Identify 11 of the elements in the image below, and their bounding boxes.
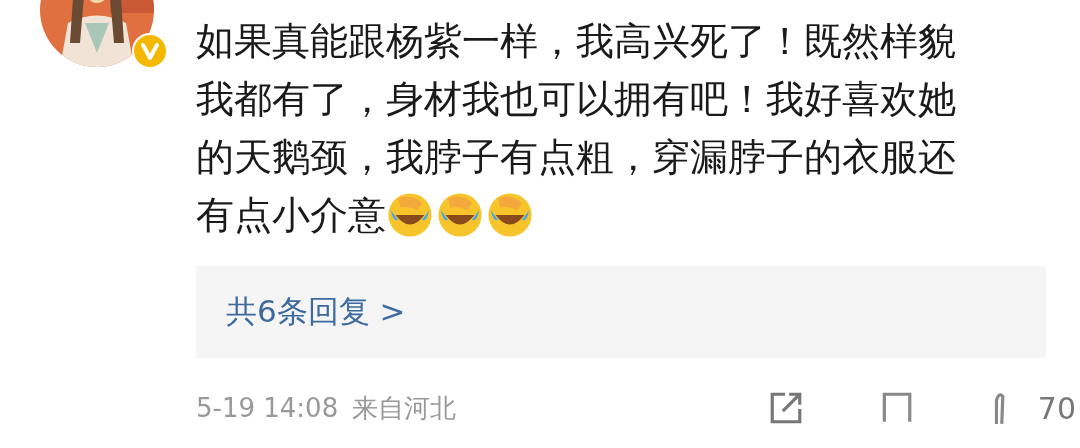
comment-time: 5-19 14:08 <box>196 393 339 423</box>
comment-location: 来自河北 <box>352 391 457 425</box>
replies-link[interactable]: 共6条回复 > <box>226 291 406 333</box>
comment-text: 有点小介意 <box>196 192 386 239</box>
laughing-emoji-icon <box>436 191 484 239</box>
comment-text: 如果真能跟杨紫一样，我高兴死了！既然样貌 <box>196 18 956 65</box>
like-count: 70 <box>1037 390 1076 426</box>
laughing-emoji-icon <box>486 191 534 239</box>
comment-text: 的天鹅颈，我脖子有点粗，穿漏脖子的衣服还 <box>196 134 956 181</box>
laughing-emoji-icon <box>386 191 434 239</box>
comment-text: 我都有了，身材我也可以拥有吧！我好喜欢她 <box>196 76 956 123</box>
